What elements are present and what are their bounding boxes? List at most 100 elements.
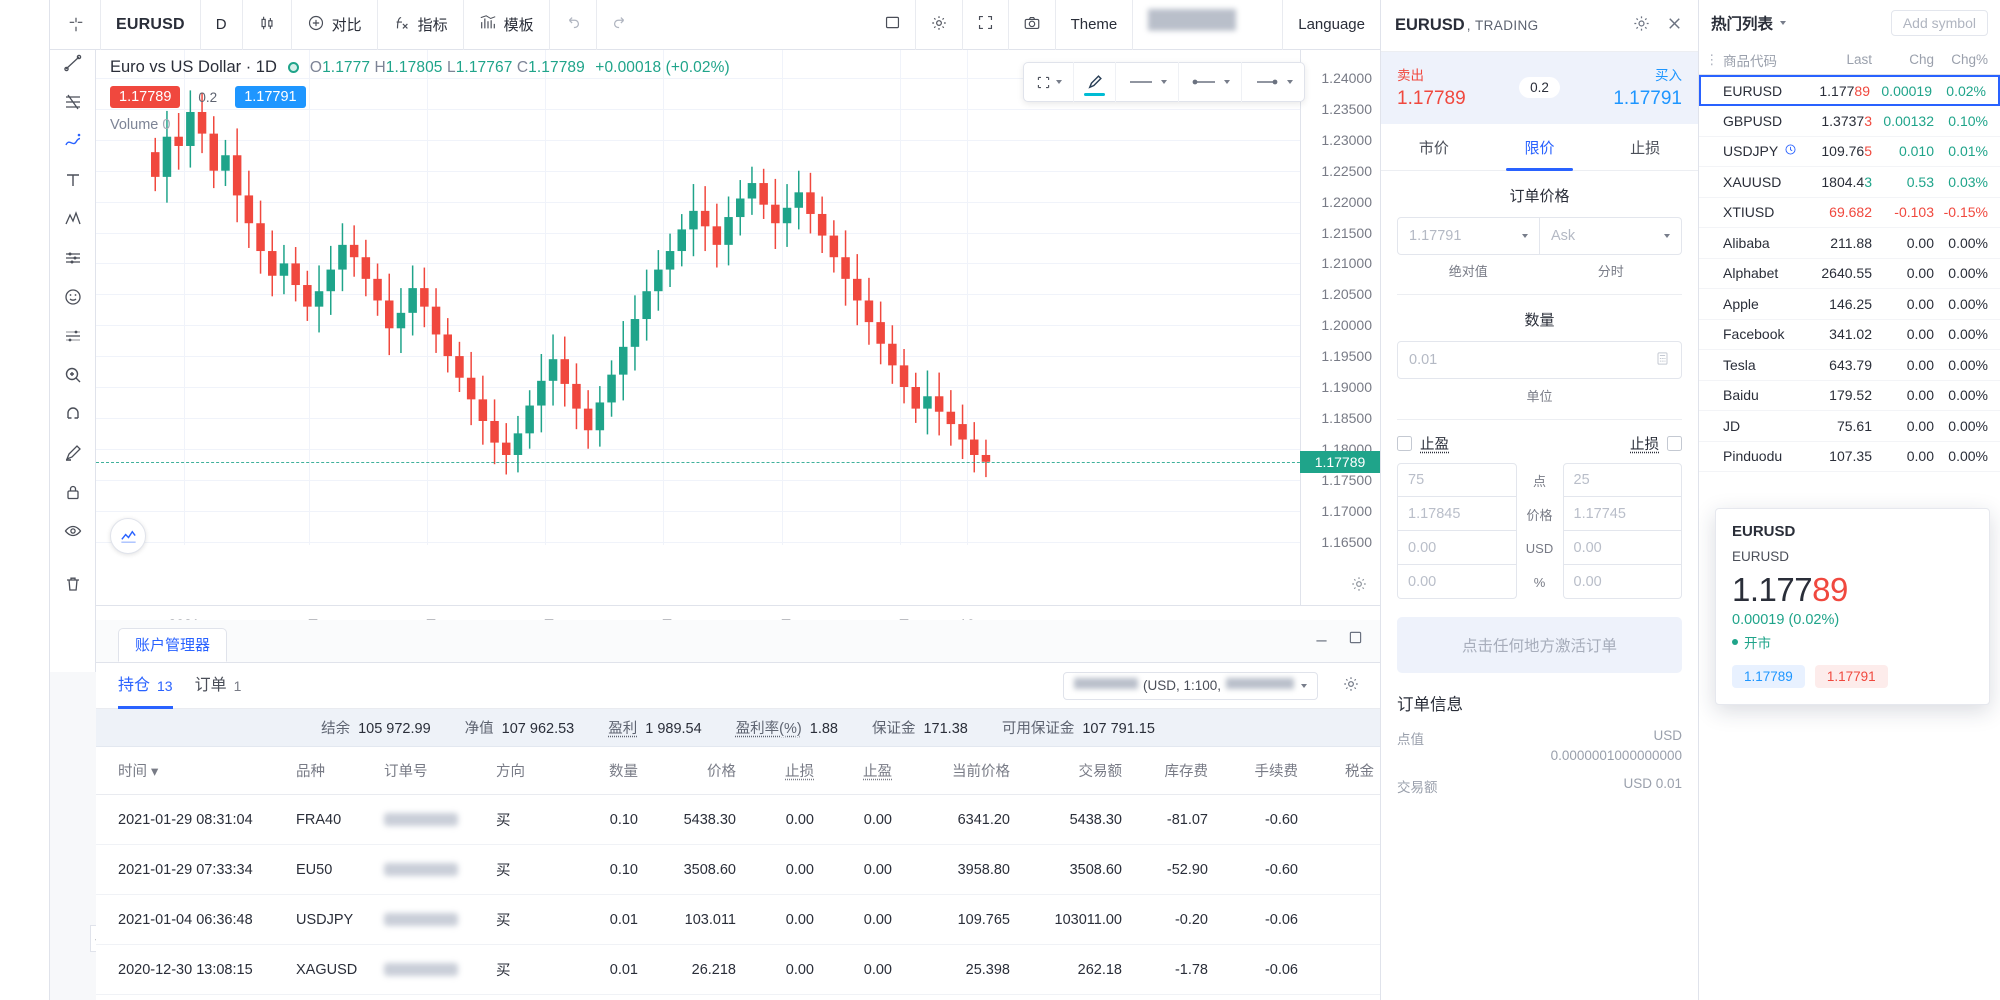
pen-tool-button[interactable] bbox=[1074, 62, 1116, 102]
forecast-icon[interactable] bbox=[53, 238, 93, 277]
sl-pct-input[interactable]: 0.00 bbox=[1563, 565, 1683, 599]
watchlist-row[interactable]: XAUUSD 1804.43 0.53 0.03% bbox=[1699, 167, 2000, 198]
table-row[interactable]: 2021-01-04 06:36:48 USDJPY 买 0.01 103.011 0.0… bbox=[96, 895, 1536, 945]
sl-price-input[interactable]: 1.17745 bbox=[1563, 497, 1683, 531]
crosshair-tool-button[interactable] bbox=[50, 0, 101, 50]
column-header[interactable]: 交易额 bbox=[1010, 747, 1122, 795]
price-chart[interactable]: Euro vs US Dollar · 1D O1.1777 H1.17805 … bbox=[96, 50, 1380, 605]
sl-usd-input[interactable]: 0.00 bbox=[1563, 531, 1683, 565]
column-header[interactable]: 止盈 bbox=[814, 747, 892, 795]
quantity-input[interactable]: 0.01 bbox=[1397, 341, 1682, 379]
indicators-button[interactable]: 指标 bbox=[378, 0, 464, 50]
minimize-icon[interactable] bbox=[1313, 629, 1330, 651]
column-header[interactable]: 库存费 bbox=[1122, 747, 1208, 795]
stop-loss-toggle[interactable]: 止损 bbox=[1630, 433, 1682, 454]
compare-button[interactable]: 对比 bbox=[292, 0, 378, 50]
emoji-icon[interactable] bbox=[53, 277, 93, 316]
account-settings-gear-icon[interactable] bbox=[1342, 675, 1360, 698]
detail-bid-pill[interactable]: 1.17789 bbox=[1732, 665, 1805, 688]
watchlist-row[interactable]: JD 75.61 0.00 0.00% bbox=[1699, 411, 2000, 442]
account-menu[interactable]: Account NameSubname Here bbox=[1133, 0, 1283, 50]
line-start-button[interactable] bbox=[1179, 62, 1242, 102]
column-header[interactable]: 方向 bbox=[496, 747, 562, 795]
magnet-icon[interactable] bbox=[53, 394, 93, 433]
column-header[interactable]: 手续费 bbox=[1208, 747, 1298, 795]
tab-limit-order[interactable]: 限价 bbox=[1487, 124, 1593, 170]
sell-quote[interactable]: 卖出 1.17789 bbox=[1397, 64, 1511, 110]
maximize-icon[interactable] bbox=[1347, 629, 1364, 651]
chart-buy-badge[interactable]: 1.17791 bbox=[235, 86, 305, 108]
trash-icon[interactable] bbox=[53, 564, 93, 603]
column-chg[interactable]: Chg bbox=[1872, 52, 1934, 67]
undo-button[interactable] bbox=[550, 0, 597, 50]
take-profit-checkbox[interactable] bbox=[1397, 436, 1412, 451]
price-axis[interactable]: 1.24000 1.23500 1.23000 1.22500 1.22000 1.215… bbox=[1300, 50, 1380, 605]
column-last[interactable]: Last bbox=[1806, 52, 1872, 67]
tab-positions[interactable]: 持仓 13 bbox=[118, 663, 173, 709]
stop-loss-checkbox[interactable] bbox=[1667, 436, 1682, 451]
table-row[interactable]: 2021-01-29 08:31:04 FRA40 买 0.10 5438.30 0.00… bbox=[96, 795, 1536, 845]
measure-icon[interactable] bbox=[53, 316, 93, 355]
redo-button[interactable] bbox=[597, 0, 643, 50]
tab-market-order[interactable]: 市价 bbox=[1381, 124, 1487, 170]
tab-account-manager[interactable]: 账户管理器 bbox=[118, 628, 227, 662]
column-header[interactable]: 当前价格 bbox=[892, 747, 1010, 795]
tab-stop-order[interactable]: 止损 bbox=[1592, 124, 1698, 170]
column-chgp[interactable]: Chg% bbox=[1934, 52, 1988, 67]
watchlist-row[interactable]: USDJPY 109.765 0.010 0.01% bbox=[1699, 137, 2000, 168]
detail-ask-pill[interactable]: 1.17791 bbox=[1815, 665, 1888, 688]
watchlist-row[interactable]: EURUSD 1.17789 0.00019 0.02% bbox=[1699, 75, 2000, 106]
column-header[interactable]: 品种 bbox=[296, 747, 384, 795]
trading-settings-gear-icon[interactable] bbox=[1632, 14, 1651, 38]
watchlist-row[interactable]: Apple 146.25 0.00 0.00% bbox=[1699, 289, 2000, 320]
chart-type-button[interactable] bbox=[243, 0, 292, 50]
layout-button[interactable] bbox=[870, 0, 916, 50]
account-selector[interactable]: XXXXXX (USD, 1:100, Demo bbox=[1063, 672, 1318, 700]
tp-usd-input[interactable]: 0.00 bbox=[1397, 531, 1517, 565]
draw-mode-icon[interactable] bbox=[53, 433, 93, 472]
calculator-icon[interactable] bbox=[1655, 351, 1670, 370]
tp-points-input[interactable]: 75 bbox=[1397, 463, 1517, 497]
brush-icon[interactable] bbox=[53, 121, 93, 160]
watchlist-row[interactable]: XTIUSD 69.682 -0.103 -0.15% bbox=[1699, 198, 2000, 229]
column-header[interactable]: 止损 bbox=[736, 747, 814, 795]
column-header[interactable]: 数量 bbox=[562, 747, 638, 795]
tab-orders[interactable]: 订单 1 bbox=[195, 663, 242, 709]
chart-indicator-button[interactable] bbox=[110, 518, 146, 554]
pattern-icon[interactable] bbox=[53, 199, 93, 238]
take-profit-toggle[interactable]: 止盈 bbox=[1397, 433, 1449, 454]
fib-icon[interactable] bbox=[53, 82, 93, 121]
interval-button[interactable]: D bbox=[201, 0, 243, 50]
watchlist-row[interactable]: Pinduodu 107.35 0.00 0.00% bbox=[1699, 442, 2000, 473]
watchlist-row[interactable]: Baidu 179.52 0.00 0.00% bbox=[1699, 381, 2000, 412]
text-icon[interactable] bbox=[53, 160, 93, 199]
table-row[interactable]: 2020-12-30 13:08:15 XAGUSD 买 0.01 26.218 0.00… bbox=[96, 945, 1536, 995]
column-header[interactable]: 订单号 bbox=[384, 747, 496, 795]
fullscreen-button[interactable] bbox=[963, 0, 1009, 50]
watchlist-row[interactable]: Tesla 643.79 0.00 0.00% bbox=[1699, 350, 2000, 381]
watchlist-row[interactable]: Alphabet 2640.55 0.00 0.00% bbox=[1699, 259, 2000, 290]
table-row[interactable]: 2020-12-28 11:41:48XAGUSD买0.0126.2200.00… bbox=[96, 995, 1536, 1000]
column-header[interactable]: 价格 bbox=[638, 747, 736, 795]
tp-price-input[interactable]: 1.17845 bbox=[1397, 497, 1517, 531]
watchlist-row[interactable]: Alibaba 211.88 0.00 0.00% bbox=[1699, 228, 2000, 259]
close-icon[interactable] bbox=[1665, 14, 1684, 38]
column-symbol[interactable]: 商品代码 bbox=[1723, 50, 1806, 70]
theme-button[interactable]: Theme bbox=[1056, 0, 1134, 50]
line-end-button[interactable] bbox=[1242, 62, 1304, 102]
symbol-button[interactable]: EURUSD bbox=[101, 0, 201, 50]
watchlist-title[interactable]: 热门列表 bbox=[1711, 12, 1773, 34]
table-row[interactable]: 2021-01-29 07:33:34 EU50 买 0.10 3508.60 0.00 0… bbox=[96, 845, 1536, 895]
chevron-down-icon[interactable] bbox=[1780, 21, 1786, 25]
chart-sell-badge[interactable]: 1.17789 bbox=[110, 86, 180, 108]
watchlist-row[interactable]: GBPUSD 1.37373 0.00132 0.10% bbox=[1699, 106, 2000, 137]
order-price-side-select[interactable]: Ask bbox=[1540, 217, 1682, 255]
column-header[interactable]: 税金 bbox=[1298, 747, 1374, 795]
line-style-button[interactable] bbox=[1116, 62, 1179, 102]
templates-button[interactable]: 模板 bbox=[464, 0, 550, 50]
eye-icon[interactable] bbox=[53, 511, 93, 550]
tp-pct-input[interactable]: 0.00 bbox=[1397, 565, 1517, 599]
watchlist-row[interactable]: Facebook 341.02 0.00 0.00% bbox=[1699, 320, 2000, 351]
zoom-in-icon[interactable] bbox=[53, 355, 93, 394]
drawing-select-button[interactable] bbox=[1024, 62, 1074, 102]
